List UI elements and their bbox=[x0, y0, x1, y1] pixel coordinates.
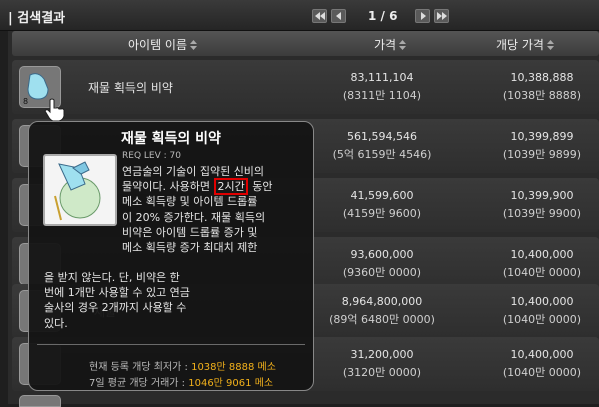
price-value: 93,600,000 bbox=[350, 248, 414, 261]
left-arrow-icon bbox=[336, 12, 341, 20]
column-header-name[interactable]: 아이템 이름 bbox=[128, 36, 198, 53]
double-left-arrow-icon bbox=[315, 12, 325, 20]
hand-cursor-icon bbox=[44, 98, 65, 122]
unit-price-value: 10,400,000 bbox=[510, 348, 574, 361]
price-value: 8,964,800,000 bbox=[341, 295, 423, 308]
double-right-arrow-icon bbox=[437, 12, 448, 20]
tooltip-description-continued: 을 받지 않는다. 단, 비약은 한 번에 1개만 사용할 수 있고 연금 술사… bbox=[44, 271, 190, 330]
tooltip-description: 연금술의 기술이 집약된 신비의 물약이다. 사용하면 2시간 동안 메소 획득… bbox=[122, 165, 273, 255]
price-value: 31,200,000 bbox=[350, 348, 414, 361]
item-name: 재물 획득의 비약 bbox=[88, 81, 173, 95]
price-value: 561,594,546 bbox=[347, 130, 417, 143]
item-tooltip: 재물 획득의 비약 REQ LEV : 70 연금술의 기술이 집약된 신비의 … bbox=[28, 121, 314, 391]
unit-price-detail: (1040만 0000) bbox=[502, 266, 582, 279]
column-header-unit-price[interactable]: 개당 가격 bbox=[496, 36, 554, 53]
sort-icon bbox=[546, 39, 554, 50]
unit-price-detail: (1039만 9900) bbox=[502, 207, 582, 220]
highlighted-duration: 2시간 bbox=[214, 178, 248, 196]
results-header: | 검색결과 1 / 6 bbox=[0, 0, 599, 31]
tooltip-item-icon bbox=[43, 154, 117, 226]
potion-icon bbox=[54, 161, 101, 221]
right-arrow-icon bbox=[421, 12, 427, 20]
unit-price-value: 10,400,000 bbox=[510, 295, 574, 308]
price-detail: (8311만 1104) bbox=[342, 89, 422, 102]
page-current: 1 bbox=[368, 9, 377, 23]
tooltip-title: 재물 획득의 비약 bbox=[121, 131, 221, 147]
column-header-price[interactable]: 가격 bbox=[374, 36, 407, 53]
pagination: 1 / 6 bbox=[312, 8, 453, 24]
weekly-average-price: 7일 평균 개당 거래가 : 1046만 9061 메소 bbox=[89, 378, 274, 389]
unit-price-detail: (1040만 0000) bbox=[502, 313, 582, 326]
table-header: 아이템 이름 가격 개당 가격 bbox=[12, 31, 599, 56]
unit-price-value: 10,399,899 bbox=[510, 130, 574, 143]
page-total: 6 bbox=[389, 9, 398, 23]
unit-price-value: 10,400,000 bbox=[510, 248, 574, 261]
price-detail: (89억 6480만 0000) bbox=[329, 313, 435, 326]
unit-price-detail: (1040만 0000) bbox=[502, 366, 582, 379]
unit-price-value: 10,388,888 bbox=[510, 71, 574, 84]
table-row[interactable]: 8 재물 획득의 비약 83,111,104 (8311만 1104) 10,3… bbox=[12, 60, 599, 114]
tooltip-required-level: REQ LEV : 70 bbox=[122, 151, 181, 161]
svg-text:8: 8 bbox=[23, 97, 28, 106]
unit-price-detail: (1039만 9899) bbox=[502, 148, 582, 161]
last-page-button[interactable] bbox=[434, 9, 450, 23]
page-separator: / bbox=[380, 9, 385, 23]
first-page-button[interactable] bbox=[312, 9, 327, 23]
current-lowest-price: 현재 등록 개당 최저가 : 1038만 8888 메소 bbox=[89, 362, 276, 373]
page-indicator: 1 / 6 bbox=[368, 9, 397, 23]
unit-price-detail: (1038만 8888) bbox=[502, 89, 582, 102]
price-detail: (5억 6159만 4546) bbox=[332, 148, 432, 161]
unit-price-value: 10,399,900 bbox=[510, 189, 574, 202]
tooltip-divider bbox=[37, 344, 305, 345]
results-title: | 검색결과 bbox=[8, 11, 66, 26]
next-page-button[interactable] bbox=[415, 9, 431, 23]
price-value: 41,599,600 bbox=[350, 189, 414, 202]
price-detail: (4159만 9600) bbox=[342, 207, 422, 220]
prev-page-button[interactable] bbox=[331, 9, 346, 23]
sort-icon bbox=[190, 39, 198, 50]
item-icon[interactable] bbox=[19, 395, 61, 407]
price-detail: (3120만 0000) bbox=[342, 366, 422, 379]
price-value: 83,111,104 bbox=[350, 71, 414, 84]
sort-icon bbox=[399, 39, 407, 50]
price-detail: (9360만 0000) bbox=[342, 266, 422, 279]
